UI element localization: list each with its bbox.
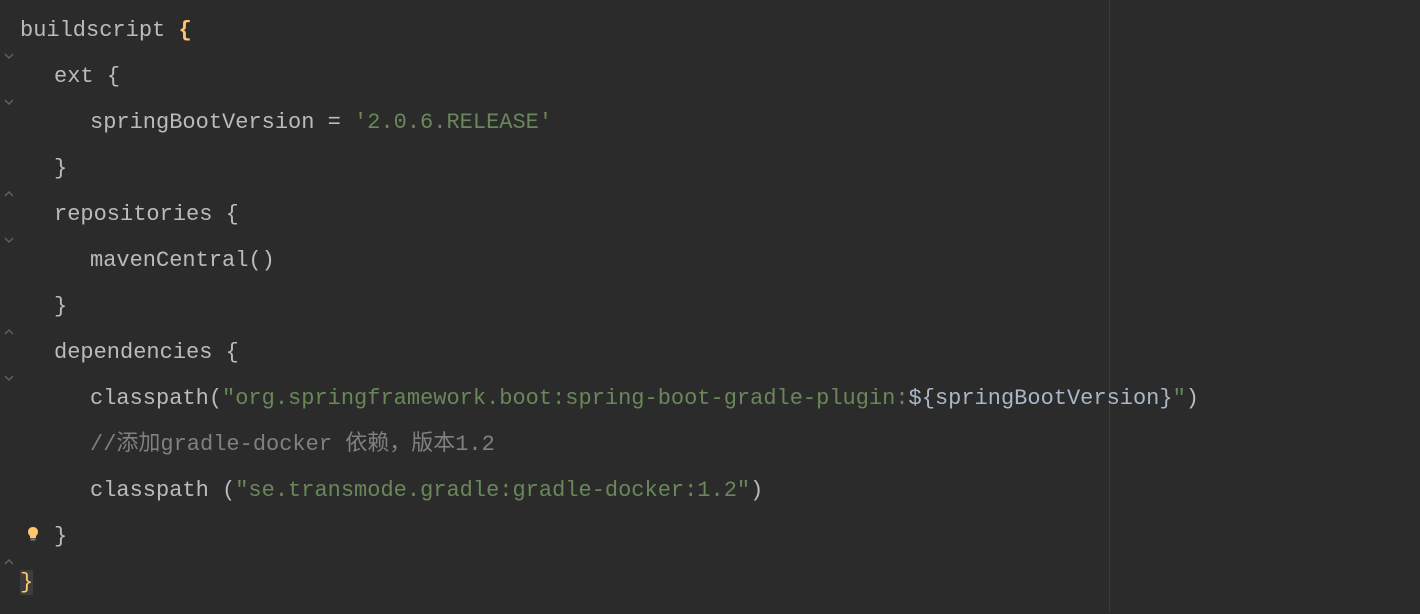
code-line[interactable]: } xyxy=(18,284,1420,330)
function-call: mavenCentral() xyxy=(90,248,275,273)
code-content: springBootVersion = '2.0.6.RELEASE' xyxy=(18,105,552,140)
fold-end-icon[interactable] xyxy=(2,325,16,339)
function-call: classpath( xyxy=(90,386,222,411)
operator: = xyxy=(314,110,354,135)
brace-open: { xyxy=(226,202,239,227)
code-content: classpath("org.springframework.boot:spri… xyxy=(18,381,1199,416)
fold-icon[interactable] xyxy=(2,95,16,109)
fold-icon[interactable] xyxy=(2,371,16,385)
comment: //添加gradle-docker 依赖，版本1.2 xyxy=(90,432,495,457)
fold-end-icon[interactable] xyxy=(2,187,16,201)
code-line[interactable]: repositories { xyxy=(18,192,1420,238)
code-line[interactable]: buildscript { xyxy=(18,8,1420,54)
code-line[interactable]: mavenCentral() xyxy=(18,238,1420,284)
fold-icon[interactable] xyxy=(2,49,16,63)
brace-open: { xyxy=(178,18,191,43)
brace-open: { xyxy=(226,340,239,365)
code-line[interactable]: classpath("org.springframework.boot:spri… xyxy=(18,376,1420,422)
code-line[interactable]: } xyxy=(18,514,1420,560)
fold-end-icon[interactable] xyxy=(2,555,16,569)
code-line[interactable]: springBootVersion = '2.0.6.RELEASE' xyxy=(18,100,1420,146)
code-line[interactable]: classpath ("se.transmode.gradle:gradle-d… xyxy=(18,468,1420,514)
string-literal: '2.0.6.RELEASE' xyxy=(354,110,552,135)
string-literal: "org.springframework.boot:spring-boot-gr… xyxy=(222,386,909,411)
brace-open: { xyxy=(107,64,120,89)
code-line[interactable]: } xyxy=(18,146,1420,192)
template-variable: ${springBootVersion} xyxy=(909,386,1173,411)
code-content: //添加gradle-docker 依赖，版本1.2 xyxy=(18,427,495,462)
function-call: classpath ( xyxy=(90,478,235,503)
paren-close: ) xyxy=(750,478,763,503)
code-line[interactable]: //添加gradle-docker 依赖，版本1.2 xyxy=(18,422,1420,468)
code-line[interactable]: ext { xyxy=(18,54,1420,100)
string-literal: " xyxy=(1173,386,1186,411)
code-line[interactable]: } xyxy=(18,560,1420,606)
code-content: classpath ("se.transmode.gradle:gradle-d… xyxy=(18,473,763,508)
variable: springBootVersion xyxy=(90,110,314,135)
fold-icon[interactable] xyxy=(2,233,16,247)
code-line[interactable]: dependencies { xyxy=(18,330,1420,376)
intention-bulb-icon[interactable] xyxy=(24,520,44,540)
code-editor[interactable]: buildscript { ext { springBootVersion = … xyxy=(0,0,1420,614)
string-literal: "se.transmode.gradle:gradle-docker:1.2" xyxy=(235,478,750,503)
paren-close: ) xyxy=(1186,386,1199,411)
